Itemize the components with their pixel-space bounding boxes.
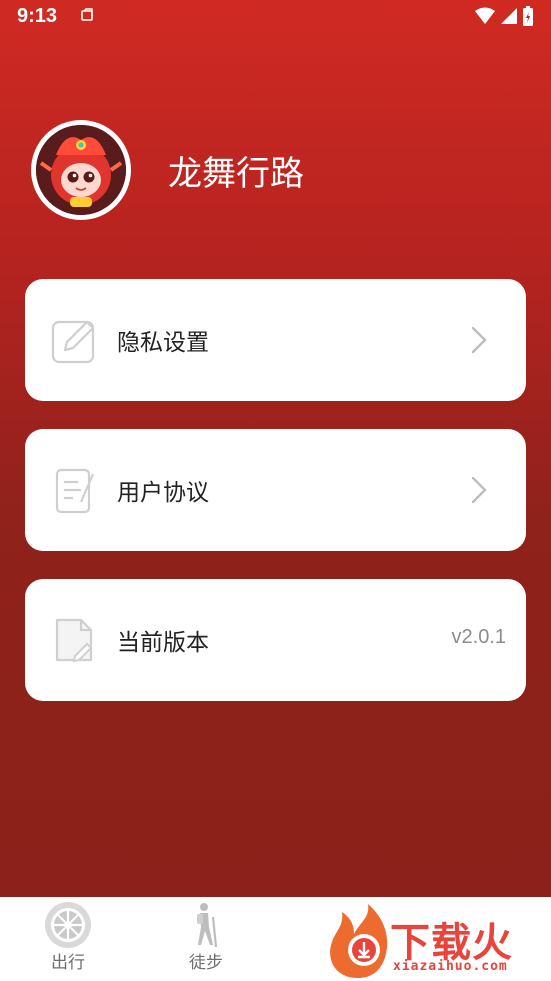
- notification-icon: [81, 8, 93, 21]
- current-version-card: 当前版本 v2.0.1: [25, 579, 526, 701]
- tab-hiking[interactable]: 徒步: [161, 897, 251, 981]
- tab-hiking-label: 徒步: [189, 953, 223, 973]
- wheel-icon: [45, 902, 91, 948]
- user-agreement-card[interactable]: 用户协议: [25, 429, 526, 551]
- hiker-icon: [197, 903, 218, 948]
- dragon-avatar-icon: [36, 125, 126, 215]
- app-name: 龙舞行路: [168, 154, 304, 194]
- privacy-settings-card[interactable]: 隐私设置: [25, 279, 526, 401]
- user-agreement-label: 用户协议: [117, 480, 209, 506]
- status-bar: 9:13: [0, 0, 551, 36]
- wifi-icon: [475, 7, 495, 24]
- avatar[interactable]: [31, 120, 131, 220]
- tab-travel-label: 出行: [51, 953, 85, 973]
- chevron-right-icon: [471, 476, 487, 504]
- signal-icon: [501, 8, 517, 24]
- edit-icon: [51, 320, 95, 364]
- file-icon: [55, 618, 93, 663]
- privacy-settings-label: 隐私设置: [117, 330, 209, 356]
- tab-travel[interactable]: 出行: [23, 897, 113, 981]
- watermark: 下载火 xiazaihuo.com: [322, 900, 551, 981]
- status-time: 9:13: [17, 5, 58, 27]
- flame-logo-icon: [330, 904, 388, 978]
- document-icon: [55, 468, 95, 514]
- watermark-url: xiazaihuo.com: [393, 959, 508, 974]
- battery-icon: [523, 6, 533, 26]
- chevron-right-icon: [471, 326, 487, 354]
- current-version-label: 当前版本: [117, 630, 209, 656]
- version-value: v2.0.1: [451, 626, 506, 648]
